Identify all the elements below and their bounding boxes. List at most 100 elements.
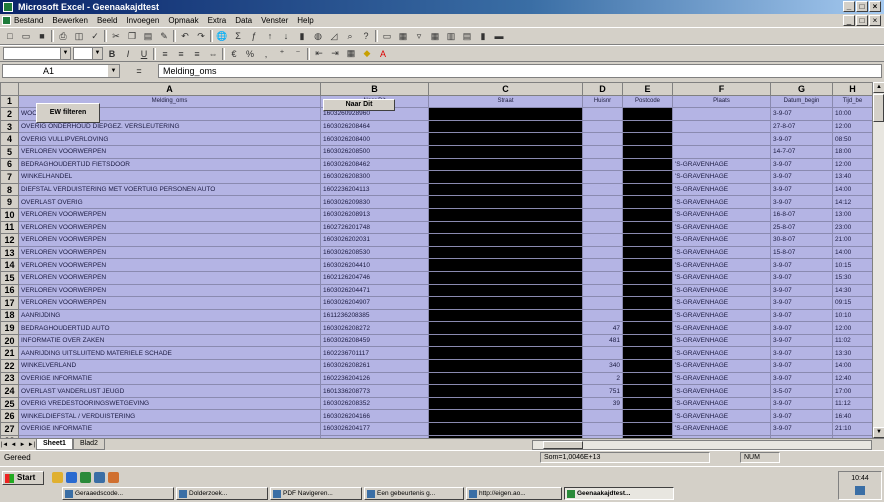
cell-postcode-redacted[interactable] (622, 308, 673, 323)
cell-plaats[interactable]: 'S-GRAVENHAGE (672, 333, 771, 348)
menu-bestand[interactable]: Bestand (14, 16, 43, 25)
cell-tijd[interactable]: 11:02 (832, 333, 873, 348)
cell-postcode-redacted[interactable] (622, 283, 673, 298)
table-row[interactable]: 25 OVERIG VREDESTOORINGSWETGEVING 16030262… (0, 396, 873, 411)
print-icon[interactable]: ⎙ (56, 30, 70, 43)
font-size-combo[interactable]: ▼ (73, 47, 103, 60)
cell-naar[interactable]: 1602726201748 (320, 220, 429, 235)
cell-plaats[interactable] (672, 144, 771, 159)
row-header[interactable]: 21 (0, 346, 19, 361)
table-row[interactable]: 11 VERLOREN VOORWERPEN 1602726201748 'S-GRA… (0, 220, 873, 235)
row-header[interactable]: 27 (0, 422, 19, 436)
cell-melding[interactable]: OVERIGE INFORMATIE (18, 371, 321, 386)
ew-filter-button[interactable]: EW filteren (36, 103, 100, 123)
doc-minimize-button[interactable]: _ (843, 15, 855, 26)
cell-tijd[interactable]: 18:00 (832, 144, 873, 159)
cell-plaats[interactable]: 'S-GRAVENHAGE (672, 170, 771, 184)
cell-straat-redacted[interactable] (428, 220, 583, 235)
doc-restore-button[interactable]: □ (856, 15, 868, 26)
cell-huisnr[interactable]: 481 (582, 333, 623, 348)
cell-straat-redacted[interactable] (428, 333, 583, 348)
horizontal-scroll-thumb[interactable] (543, 440, 583, 449)
cell-postcode-redacted[interactable] (622, 333, 673, 348)
cell-tijd[interactable]: 14:12 (832, 195, 873, 209)
menu-extra[interactable]: Extra (208, 16, 227, 25)
copy-icon[interactable]: ❐ (125, 30, 139, 43)
quicklaunch-explorer-icon[interactable] (52, 472, 63, 483)
underline-icon[interactable]: U (137, 47, 151, 60)
cell-naar[interactable]: 1603026204410 (320, 258, 429, 272)
cell-tijd[interactable]: 23:00 (832, 220, 873, 235)
cell-tijd[interactable]: 14:00 (832, 182, 873, 197)
cell-straat-redacted[interactable] (428, 283, 583, 298)
fill-color-icon[interactable]: ◆ (360, 47, 374, 60)
minimize-button[interactable]: _ (843, 1, 855, 12)
cell-datum[interactable]: 3-9-07 (770, 371, 833, 386)
cell-plaats[interactable]: 'S-GRAVENHAGE (672, 245, 771, 260)
table-icon[interactable]: ▥ (444, 30, 458, 43)
cell-postcode-redacted[interactable] (622, 371, 673, 386)
cell-datum[interactable]: 3-9-07 (770, 396, 833, 411)
cut-icon[interactable]: ✂ (109, 30, 123, 43)
cell-datum[interactable]: 3-5-07 (770, 384, 833, 398)
cell-melding[interactable]: WINKELVERLAND (18, 359, 321, 373)
cell-plaats[interactable]: 'S-GRAVENHAGE (672, 182, 771, 197)
table-row[interactable]: 23 OVERIGE INFORMATIE 1602236204126 2 'S-GRA… (0, 371, 873, 386)
taskbar-button-1[interactable]: Geraaedscode... (62, 487, 174, 500)
drawing-icon[interactable]: ◿ (327, 30, 341, 43)
cell-naar[interactable]: 1611236208385 (320, 308, 429, 323)
row-header[interactable]: 14 (0, 258, 19, 272)
cell-melding[interactable]: BEDRAGHOUDERTIJD AUTO (18, 321, 321, 335)
cell-postcode-redacted[interactable] (622, 422, 673, 436)
cell-plaats[interactable]: 'S-GRAVENHAGE (672, 346, 771, 361)
header-cell-huisnr[interactable]: Huisnr (582, 94, 623, 109)
cell-datum[interactable]: 3-9-07 (770, 308, 833, 323)
cell-postcode-redacted[interactable] (622, 270, 673, 285)
cell-naar[interactable]: 1603026208530 (320, 245, 429, 260)
row-header[interactable]: 10 (0, 207, 19, 222)
cell-plaats[interactable]: 'S-GRAVENHAGE (672, 207, 771, 222)
cell-plaats[interactable] (672, 119, 771, 134)
close-button[interactable]: × (869, 1, 881, 12)
cell-plaats[interactable]: 'S-GRAVENHAGE (672, 270, 771, 285)
quicklaunch-ie-icon[interactable] (66, 472, 77, 483)
cell-tijd[interactable]: 12:00 (832, 119, 873, 134)
table-row[interactable]: 18 AANRIJDING 1611236208385 'S-GRAVENHAGE 3-… (0, 308, 873, 323)
column-header-e[interactable]: E (622, 82, 673, 96)
cell-naar[interactable]: 1602236204126 (320, 371, 429, 386)
cell-plaats[interactable]: 'S-GRAVENHAGE (672, 321, 771, 335)
cell-plaats[interactable]: 'S-GRAVENHAGE (672, 371, 771, 386)
cell-huisnr[interactable] (582, 283, 623, 298)
cell-huisnr[interactable] (582, 220, 623, 235)
table-row[interactable]: 20 INFORMATIE OVER ZAKEN 1603026208459 481 '… (0, 333, 873, 348)
autosum-icon[interactable]: Σ (231, 30, 245, 43)
cell-postcode-redacted[interactable] (622, 296, 673, 310)
zoom-icon[interactable]: ⌕ (343, 30, 357, 43)
cell-plaats[interactable] (672, 107, 771, 121)
cell-naar[interactable]: 1603026208464 (320, 119, 429, 134)
scroll-down-icon[interactable]: ▼ (873, 427, 884, 438)
cell-datum[interactable]: 14-7-07 (770, 144, 833, 159)
cell-postcode-redacted[interactable] (622, 409, 673, 424)
row-header[interactable]: 4 (0, 132, 19, 146)
help-icon[interactable]: ? (359, 30, 373, 43)
cell-straat-redacted[interactable] (428, 409, 583, 424)
table-row[interactable]: 19 BEDRAGHOUDERTIJD AUTO 1603026208272 47 'S… (0, 321, 873, 335)
cell-plaats[interactable]: 'S-GRAVENHAGE (672, 157, 771, 172)
cell-datum[interactable]: 3-9-07 (770, 359, 833, 373)
naar-dit-button[interactable]: Naar Dit (323, 99, 395, 111)
cell-tijd[interactable]: 13:30 (832, 346, 873, 361)
cell-huisnr[interactable]: 340 (582, 359, 623, 373)
fx-icon[interactable]: = (124, 66, 154, 76)
cell-naar[interactable]: 1603026208352 (320, 396, 429, 411)
cell-plaats[interactable]: 'S-GRAVENHAGE (672, 422, 771, 436)
menu-opmaak[interactable]: Opmaak (168, 16, 198, 25)
row-header[interactable]: 26 (0, 409, 19, 424)
column-header-d[interactable]: D (582, 82, 623, 96)
cell-naar[interactable]: 1603026204177 (320, 422, 429, 436)
row-icon[interactable]: ▬ (492, 30, 506, 43)
cell-naar[interactable]: 1603026208272 (320, 321, 429, 335)
column-header-h[interactable]: H (832, 82, 873, 96)
cell-plaats[interactable]: 'S-GRAVENHAGE (672, 296, 771, 310)
cell-plaats[interactable]: 'S-GRAVENHAGE (672, 220, 771, 235)
